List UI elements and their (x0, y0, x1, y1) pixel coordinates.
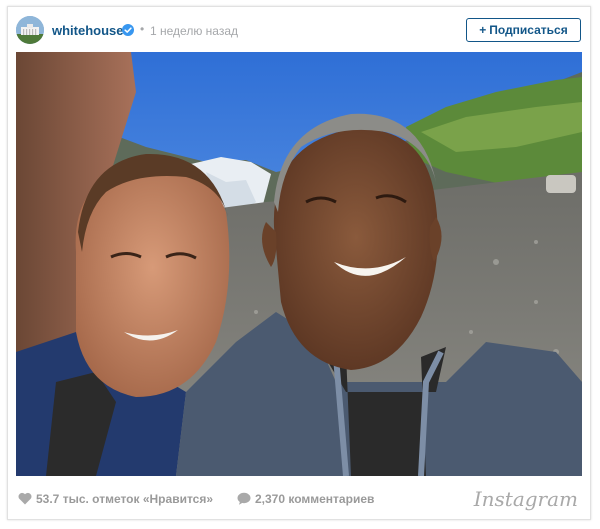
plus-icon: + (479, 23, 487, 37)
likes-count[interactable]: 53.7 тыс. отметок «Нравится» (36, 492, 213, 506)
post-time[interactable]: 1 неделю назад (150, 24, 238, 38)
comment-icon[interactable] (237, 492, 251, 505)
follow-button[interactable]: + Подписаться (466, 18, 581, 42)
post-header: whitehouse • 1 неделю назад + Подписатьс… (8, 7, 590, 52)
verified-badge-icon (122, 23, 134, 36)
instagram-logo[interactable]: Instagram (474, 487, 578, 511)
instagram-embed-card: whitehouse • 1 неделю назад + Подписатьс… (7, 6, 591, 520)
follow-button-label: Подписаться (489, 23, 568, 37)
heart-icon[interactable] (18, 492, 32, 505)
post-footer: 53.7 тыс. отметок «Нравится» 2,370 комме… (8, 485, 590, 515)
post-photo[interactable] (16, 52, 582, 476)
avatar[interactable] (16, 16, 44, 44)
username-link[interactable]: whitehouse (52, 23, 124, 38)
separator-dot: • (140, 22, 145, 36)
comments-count[interactable]: 2,370 комментариев (255, 492, 374, 506)
